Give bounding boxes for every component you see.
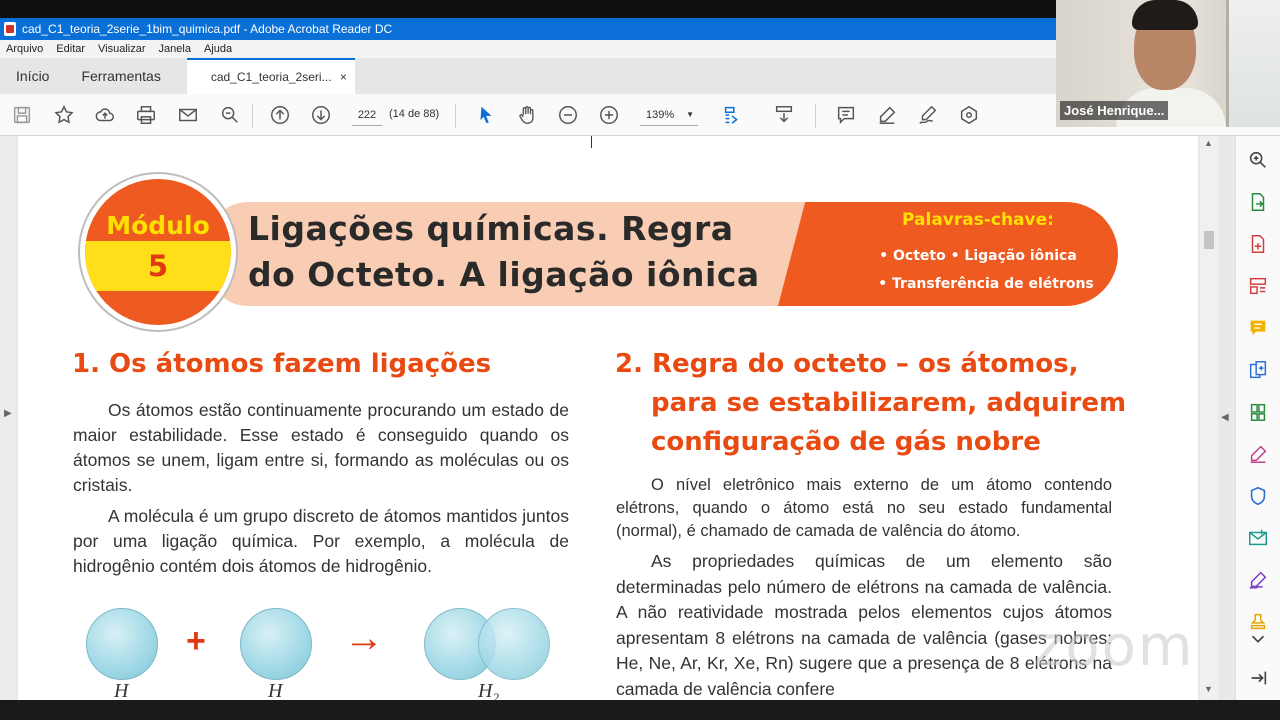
tab-tools[interactable]: Ferramentas	[65, 58, 176, 94]
keywords-title: Palavras-chave:	[902, 210, 1054, 230]
bottom-band	[0, 700, 1280, 720]
search-icon[interactable]	[1246, 148, 1270, 172]
section-1-heading: 1. Os átomos fazem ligações	[72, 349, 492, 379]
previous-page-icon[interactable]	[268, 103, 292, 127]
participant-hair	[1132, 0, 1198, 30]
create-pdf-icon[interactable]	[1246, 232, 1270, 256]
keywords-line-1: • Octeto • Ligação iônica	[879, 248, 1077, 264]
hand-tool-icon[interactable]	[515, 103, 539, 127]
comment-icon[interactable]	[834, 103, 858, 127]
edit-pdf-icon[interactable]	[1246, 274, 1270, 298]
select-pointer-icon[interactable]	[474, 103, 498, 127]
zoom-in-icon[interactable]	[597, 103, 621, 127]
hydrogen-atom-1	[86, 608, 158, 680]
module-badge-circle: Módulo 5	[85, 179, 231, 325]
tools-side-panel	[1235, 136, 1280, 700]
menu-visualizar[interactable]: Visualizar	[98, 43, 146, 55]
sign-icon[interactable]	[916, 103, 940, 127]
plus-sign: +	[186, 622, 206, 660]
h2-molecule-subscript: 2	[492, 690, 499, 700]
toolbar-divider	[455, 104, 456, 128]
star-icon[interactable]	[52, 103, 76, 127]
chevron-down-icon: ▼	[686, 110, 694, 119]
more-tools-icon[interactable]	[957, 103, 981, 127]
organize-pages-icon[interactable]	[1246, 400, 1270, 424]
window-title: cad_C1_teoria_2serie_1bim_quimica.pdf - …	[22, 22, 393, 36]
page-count: (14 de 88)	[389, 108, 440, 120]
collapse-right-panel-icon[interactable]: ◀	[1221, 412, 1229, 423]
cloud-upload-icon[interactable]	[93, 103, 117, 127]
expand-left-icon: ▶	[4, 408, 12, 419]
text-cursor	[591, 136, 592, 148]
tab-document[interactable]: cad_C1_teoria_2seri... ×	[186, 58, 355, 94]
menu-editar[interactable]: Editar	[56, 43, 85, 55]
highlight-pen-icon[interactable]	[875, 103, 899, 127]
page-number-input[interactable]: 222	[352, 104, 382, 126]
scrollbar-thumb[interactable]	[1204, 231, 1214, 249]
search-zoom-icon[interactable]	[218, 103, 242, 127]
zoom-level-value: 139%	[646, 109, 675, 121]
toolbar-divider	[252, 104, 253, 128]
menu-arquivo[interactable]: Arquivo	[6, 43, 43, 55]
left-panel-toggle[interactable]: ▶	[0, 136, 16, 700]
video-window-background	[1226, 0, 1280, 127]
zoom-out-icon[interactable]	[556, 103, 580, 127]
section-1-paragraph-2: A molécula é um grupo discreto de átomos…	[73, 506, 569, 576]
menu-ajuda[interactable]: Ajuda	[204, 43, 232, 55]
hydrogen-atom-2-label: H	[268, 680, 283, 700]
h2-molecule-label: H2	[478, 680, 499, 700]
toolbar-divider	[815, 104, 816, 128]
save-icon[interactable]	[10, 103, 34, 127]
h2-molecule-atom-2	[478, 608, 550, 680]
menu-bar: Arquivo Editar Visualizar Janela Ajuda	[0, 40, 1056, 58]
vertical-scrollbar[interactable]: ▲ ▼	[1200, 136, 1218, 700]
export-pdf-icon[interactable]	[1246, 190, 1270, 214]
reaction-arrow: →	[344, 616, 384, 660]
hydrogen-atom-1-label: H	[114, 680, 129, 700]
section-2-paragraph-1: O nível eletrônico mais externo de um át…	[616, 476, 1112, 540]
scroll-mode-icon[interactable]	[772, 103, 796, 127]
comment-panel-icon[interactable]	[1246, 316, 1270, 340]
participant-name: José Henrique...	[1060, 101, 1169, 120]
zoom-level-select[interactable]: 139% ▼	[640, 104, 698, 126]
module-title: Ligações químicas. Regra do Octeto. A li…	[248, 206, 760, 298]
collapse-panel-icon[interactable]	[1246, 666, 1270, 690]
document-area[interactable]: ▶ Ligações químicas. Regra do Octeto. A …	[0, 136, 1235, 700]
scroll-down-icon[interactable]: ▼	[1204, 684, 1213, 694]
tab-close-icon[interactable]: ×	[340, 70, 347, 84]
zoom-watermark: zoom	[1034, 614, 1195, 679]
send-for-review-icon[interactable]	[1246, 526, 1270, 550]
pdf-file-icon	[4, 22, 16, 36]
module-title-line-2: do Octeto. A ligação iônica	[248, 255, 760, 294]
protect-shield-icon[interactable]	[1246, 484, 1270, 508]
tab-home[interactable]: Início	[0, 58, 65, 94]
module-title-line-1: Ligações químicas. Regra	[248, 209, 734, 248]
request-signature-icon[interactable]	[1246, 568, 1270, 592]
fill-sign-icon[interactable]	[1246, 442, 1270, 466]
participant-video[interactable]: José Henrique...	[1056, 0, 1280, 127]
next-page-icon[interactable]	[309, 103, 333, 127]
h2-molecule-symbol: H	[478, 680, 493, 700]
pdf-page: Ligações químicas. Regra do Octeto. A li…	[18, 136, 1198, 700]
section-2-heading-line-3: configuração de gás nobre	[651, 427, 1041, 457]
section-2-heading-line-2: para se estabilizarem, adquirem	[651, 388, 1127, 418]
window-titlebar: cad_C1_teoria_2serie_1bim_quimica.pdf - …	[0, 18, 1056, 40]
menu-janela[interactable]: Janela	[159, 43, 191, 55]
section-1-paragraph-1: Os átomos estão continuamente procurando…	[73, 400, 569, 495]
zoom-screen-share: cad_C1_teoria_2serie_1bim_quimica.pdf - …	[0, 0, 1280, 720]
module-badge-label: Módulo	[106, 211, 210, 240]
scroll-up-icon[interactable]: ▲	[1204, 138, 1213, 148]
tab-document-label: cad_C1_teoria_2seri...	[210, 70, 332, 84]
print-icon[interactable]	[134, 103, 158, 127]
hydrogen-atom-2	[240, 608, 312, 680]
scroll-tools-down-icon[interactable]	[1246, 632, 1270, 646]
combine-files-icon[interactable]	[1246, 358, 1270, 382]
section-2-heading-line-1: 2. Regra do octeto – os átomos,	[615, 349, 1079, 379]
section-2-heading: 2. Regra do octeto – os átomos, para se …	[615, 345, 1135, 462]
module-badge-number: 5	[147, 249, 169, 283]
mail-icon[interactable]	[176, 103, 200, 127]
keywords-line-2: • Transferência de elétrons	[878, 276, 1094, 292]
fit-page-icon[interactable]	[720, 103, 744, 127]
module-badge: Módulo 5	[80, 174, 236, 330]
